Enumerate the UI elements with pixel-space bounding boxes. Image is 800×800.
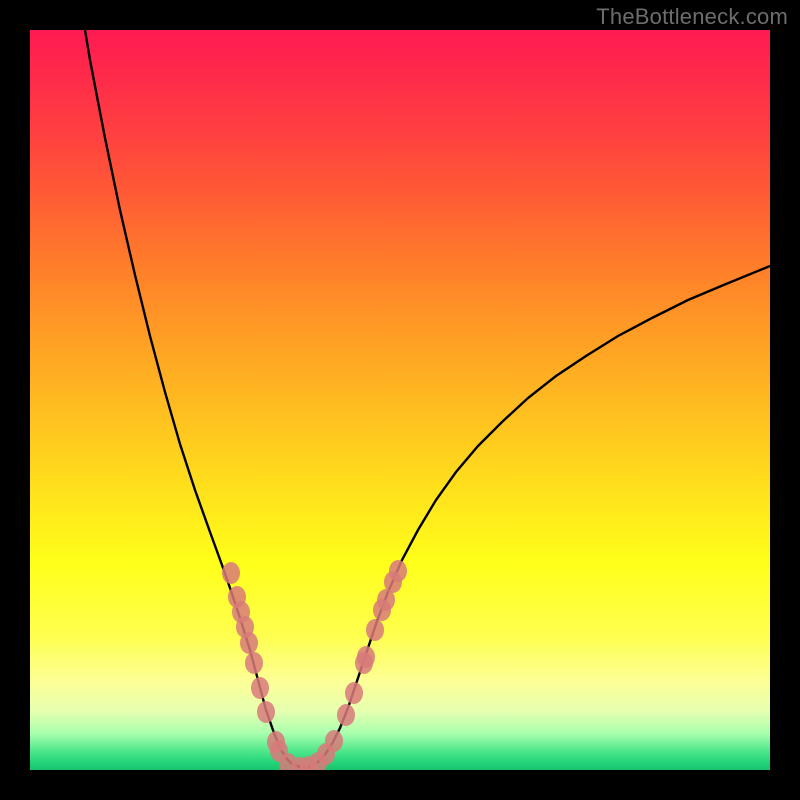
curve-marker <box>251 677 269 699</box>
curve-path <box>85 30 770 767</box>
curve-markers <box>222 560 407 770</box>
bottleneck-curve <box>30 30 770 770</box>
curve-marker <box>240 632 258 654</box>
watermark-text: TheBottleneck.com <box>596 4 788 30</box>
chart-frame: TheBottleneck.com <box>0 0 800 800</box>
curve-marker <box>222 562 240 584</box>
curve-marker <box>366 619 384 641</box>
chart-plot-area <box>30 30 770 770</box>
curve-marker <box>389 560 407 582</box>
curve-marker <box>257 701 275 723</box>
curve-marker <box>357 646 375 668</box>
curve-marker <box>245 652 263 674</box>
curve-marker <box>345 682 363 704</box>
curve-marker <box>325 730 343 752</box>
curve-marker <box>337 704 355 726</box>
